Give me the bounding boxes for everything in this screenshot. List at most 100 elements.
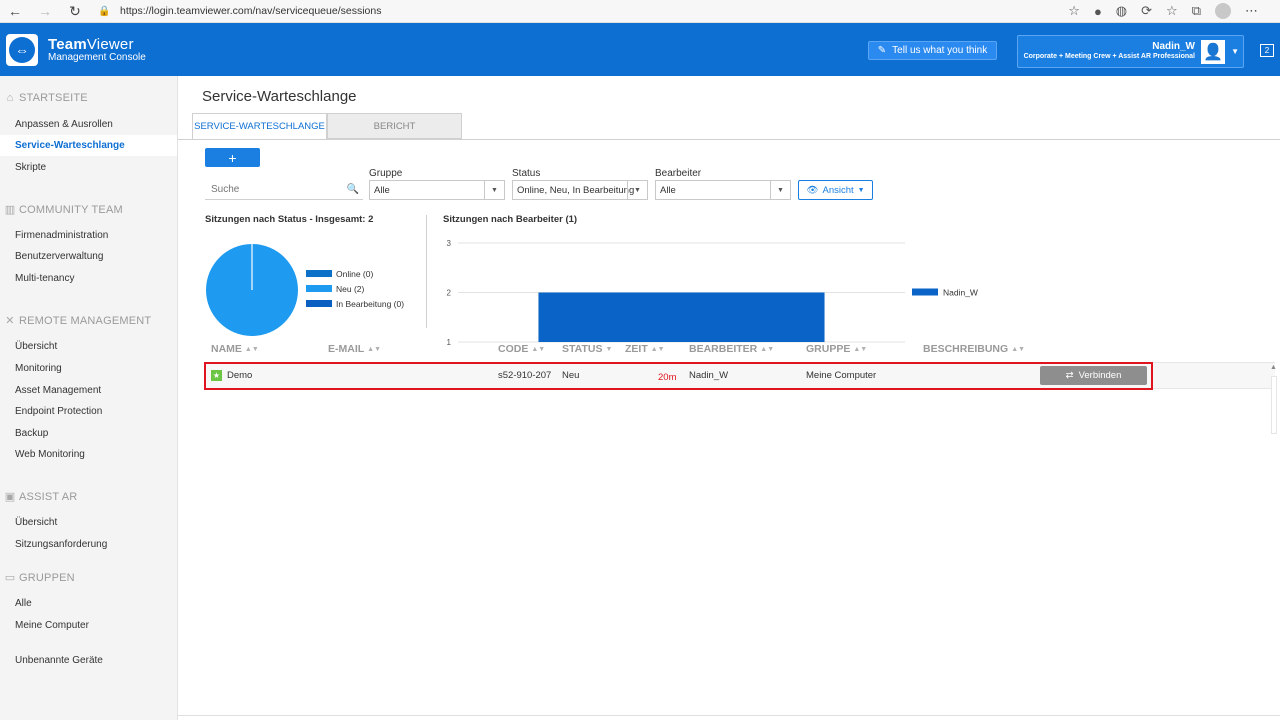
feedback-button[interactable]: ✎ Tell us what you think: [868, 41, 997, 60]
scrollbar[interactable]: ▲: [1268, 362, 1280, 720]
tab-service-queue[interactable]: SERVICE-WARTESCHLANGE: [192, 113, 327, 139]
section-title: STARTSEITE: [19, 92, 88, 104]
scroll-up-icon[interactable]: ▲: [1270, 364, 1277, 371]
column-header-label: GRUPPE: [806, 343, 851, 355]
add-session-button[interactable]: +: [205, 148, 260, 167]
search-field[interactable]: 🔍: [205, 180, 363, 200]
caret-down-icon: ▼: [857, 186, 865, 194]
column-header-email[interactable]: E-MAIL ▲▼: [328, 343, 381, 355]
sidebar-item-benutzerverwaltung[interactable]: Benutzerverwaltung: [0, 246, 177, 267]
section-title: ASSIST AR: [19, 490, 78, 503]
search-input[interactable]: [211, 184, 331, 195]
sidebar-item-service-queue[interactable]: Service-Warteschlange: [0, 135, 177, 156]
scrollbar-thumb[interactable]: [1271, 376, 1277, 434]
license-text: Corporate + Meeting Crew + Assist AR Pro…: [1023, 53, 1195, 60]
column-header-code[interactable]: CODE ▲▼: [498, 343, 545, 355]
sidebar-item-multi-tenancy[interactable]: Multi-tenancy: [0, 268, 177, 289]
legend-swatch: [306, 300, 332, 307]
brand-rest: Viewer: [86, 36, 134, 53]
profile-icon[interactable]: [1215, 3, 1231, 19]
column-header-label: ZEIT: [625, 343, 648, 355]
sidebar-item-sitzungsanforderung[interactable]: Sitzungsanforderung: [0, 534, 177, 555]
sidebar-item-label: Anpassen & Ausrollen: [15, 119, 113, 130]
sort-icon: ▲▼: [531, 345, 546, 353]
column-header-label: STATUS: [562, 343, 603, 355]
sort-icon: ▲▼: [650, 345, 665, 353]
sidebar-item-unbenannte-geraete[interactable]: Unbenannte Geräte: [0, 650, 177, 671]
row-highlight-box: [204, 362, 1153, 390]
section-startseite: ⌂ STARTSEITE: [4, 92, 88, 104]
section-title: REMOTE MANAGEMENT: [19, 314, 152, 327]
sidebar-item-endpoint-protection[interactable]: Endpoint Protection: [0, 401, 177, 422]
puzzle-icon[interactable]: ⟳: [1141, 3, 1152, 19]
sidebar-item-asset-management[interactable]: Asset Management: [0, 380, 177, 401]
collections-icon[interactable]: ⧉: [1192, 3, 1201, 19]
sidebar-item-web-monitoring[interactable]: Web Monitoring: [0, 444, 177, 465]
sidebar-item-alle[interactable]: Alle: [0, 593, 177, 614]
back-icon[interactable]: ←: [4, 1, 26, 21]
section-title: COMMUNITY TEAM: [19, 203, 123, 216]
sidebar-item-label: Service-Warteschlange: [15, 140, 125, 151]
legend-swatch: [912, 288, 938, 296]
group-select[interactable]: Alle ▼: [369, 180, 505, 200]
url-text: https://login.teamviewer.com/nav/service…: [120, 5, 382, 17]
chevron-down-icon: ▼: [484, 181, 504, 199]
sidebar-item-label: Übersicht: [15, 341, 58, 352]
section-title: GRUPPEN: [19, 571, 75, 584]
column-header-zeit[interactable]: ZEIT ▲▼: [625, 343, 665, 355]
sort-icon: ▲▼: [760, 345, 775, 353]
user-menu[interactable]: Nadin_W Corporate + Meeting Crew + Assis…: [1017, 35, 1244, 68]
sidebar-item-monitoring[interactable]: Monitoring: [0, 358, 177, 379]
sidebar-item-uebersicht[interactable]: Übersicht: [0, 336, 177, 357]
extension-icon[interactable]: ●: [1094, 4, 1102, 19]
sidebar-item-ar-uebersicht[interactable]: Übersicht: [0, 512, 177, 533]
section-remote-management: ✕ REMOTE MANAGEMENT: [4, 314, 152, 328]
bar[interactable]: [538, 292, 825, 343]
status-select[interactable]: Online, Neu, In Bearbeitung ▼: [512, 180, 648, 200]
sidebar-item-firmenadministration[interactable]: Firmenadministration: [0, 225, 177, 246]
teamviewer-logo-icon[interactable]: ⇔: [6, 34, 38, 66]
assignee-select[interactable]: Alle ▼: [655, 180, 791, 200]
section-gruppen: ▭ GRUPPEN: [4, 571, 75, 585]
favorites-list-icon[interactable]: ☆: [1166, 3, 1178, 19]
more-icon[interactable]: ⋯: [1245, 3, 1258, 19]
extension-icon[interactable]: ◍: [1116, 3, 1127, 19]
bottom-divider: [178, 715, 1280, 716]
reload-icon[interactable]: ↻: [64, 1, 86, 21]
search-icon[interactable]: 🔍: [347, 184, 359, 195]
tab-bericht[interactable]: BERICHT: [327, 113, 462, 139]
pie-chart: Online (0) Neu (2) In Bearbeitung (0): [206, 244, 404, 336]
brand-bold: Team: [48, 36, 87, 53]
legend-label: Neu (2): [336, 284, 365, 294]
column-header-status[interactable]: STATUS ▼: [562, 343, 612, 355]
column-header-beschreibung[interactable]: BESCHREIBUNG ▲▼: [923, 343, 1025, 355]
status-value: Online, Neu, In Bearbeitung: [517, 184, 635, 196]
home-icon: ⌂: [6, 92, 14, 104]
address-bar[interactable]: 🔒 https://login.teamviewer.com/nav/servi…: [98, 2, 381, 20]
view-button[interactable]: 👁 Ansicht ▼: [798, 180, 873, 200]
sort-icon: ▼: [605, 345, 613, 353]
chart-divider: [426, 215, 427, 328]
sidebar-item-label: Multi-tenancy: [15, 273, 75, 284]
column-header-bearbeiter[interactable]: BEARBEITER ▲▼: [689, 343, 774, 355]
sidebar-item-skripte[interactable]: Skripte: [0, 157, 177, 178]
column-header-name[interactable]: NAME ▲▼: [211, 343, 259, 355]
folder-icon: ▭: [4, 572, 16, 584]
page-title: Service-Warteschlange: [202, 88, 357, 105]
sidebar-item-meine-computer[interactable]: Meine Computer: [0, 615, 177, 636]
forward-icon[interactable]: →: [34, 1, 56, 21]
notification-count: 2: [1264, 46, 1270, 55]
sidebar-item-backup[interactable]: Backup: [0, 423, 177, 444]
sidebar-item-label: Übersicht: [15, 517, 58, 528]
lock-icon: 🔒: [98, 5, 111, 17]
favorites-star-icon[interactable]: ☆: [1068, 3, 1080, 19]
notifications-icon[interactable]: 2: [1260, 44, 1274, 57]
column-header-gruppe[interactable]: GRUPPE ▲▼: [806, 343, 867, 355]
building-icon: ▥: [4, 204, 16, 216]
sidebar-item-label: Sitzungsanforderung: [15, 539, 108, 550]
sidebar-item-label: Web Monitoring: [15, 449, 85, 460]
sidebar-item-anpassen[interactable]: Anpassen & Ausrollen: [0, 114, 177, 135]
sort-icon: ▲▼: [1011, 345, 1026, 353]
sidebar-item-label: Monitoring: [15, 363, 62, 374]
column-header-label: BESCHREIBUNG: [923, 343, 1009, 355]
